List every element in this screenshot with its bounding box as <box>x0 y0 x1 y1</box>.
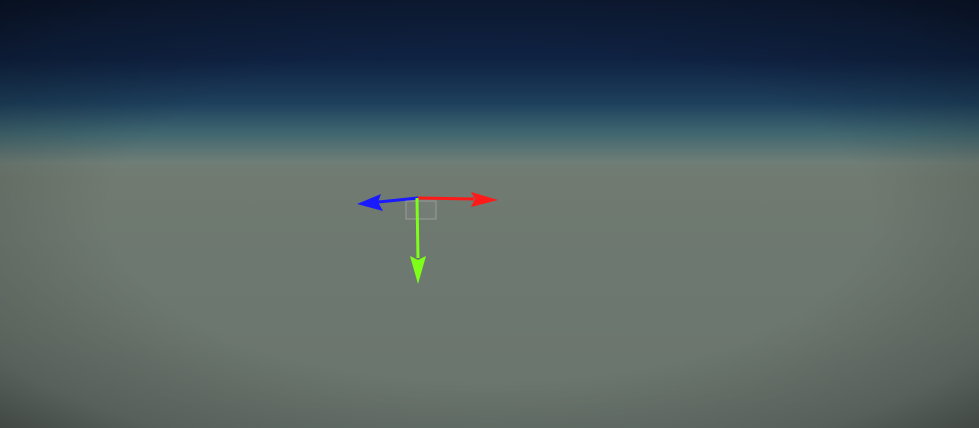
x-axis-arrow-icon[interactable] <box>471 192 498 207</box>
transform-gizmo[interactable] <box>0 0 979 428</box>
center-plane-handle[interactable] <box>405 200 437 220</box>
scene-viewport[interactable] <box>0 0 979 428</box>
y-axis-arrow-icon[interactable] <box>410 256 426 284</box>
